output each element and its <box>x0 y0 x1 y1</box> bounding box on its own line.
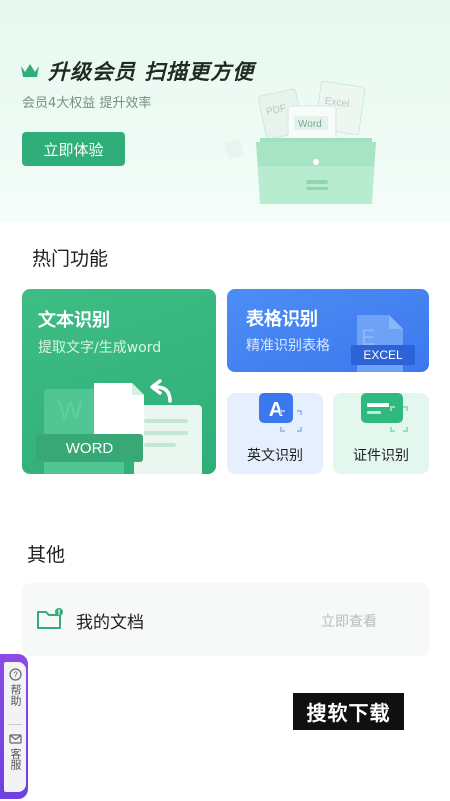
crown-icon <box>21 64 39 77</box>
svg-text:?: ? <box>13 671 18 680</box>
english-recognition-label: 英文识别 <box>247 448 303 464</box>
english-recognition-card[interactable]: A 英文识别 <box>227 393 323 474</box>
help-icon: ? <box>8 668 22 681</box>
help-service-panel: ? 帮助 客服 <box>4 662 26 792</box>
word-tag: WORD <box>36 434 143 462</box>
mail-icon <box>8 734 22 744</box>
excel-document-illustration: E EXCEL <box>351 315 415 372</box>
others-title: 其他 <box>27 544 66 566</box>
word-label: Word <box>298 119 322 130</box>
my-documents-row[interactable]: 我的文档 立即查看 <box>22 583 429 656</box>
watermark-label: 搜软下载 <box>293 693 404 730</box>
undo-arrow-icon <box>150 379 172 403</box>
help-label: 帮助 <box>9 684 22 706</box>
word-bg-letter: W <box>58 395 83 425</box>
hot-features-title: 热门功能 <box>32 248 109 270</box>
vip-banner[interactable]: 升级会员 扫描更方便 会员4大权益 提升效率 立即体验 PDF Excel Wo… <box>0 0 450 222</box>
text-recognition-subtitle: 提取文字/生成word <box>38 340 162 356</box>
view-now-link[interactable]: 立即查看 <box>321 611 377 631</box>
help-divider <box>8 724 22 725</box>
help-service-widget: ? 帮助 客服 <box>0 654 28 799</box>
try-now-button[interactable]: 立即体验 <box>22 132 125 166</box>
help-button[interactable]: ? 帮助 <box>4 668 26 706</box>
excel-tag: EXCEL <box>363 348 403 362</box>
id-card-icon <box>361 393 408 432</box>
table-recognition-title: 表格识别 <box>246 309 318 330</box>
table-recognition-card[interactable]: 表格识别 精准识别表格 E EXCEL <box>227 289 429 372</box>
my-documents-label: 我的文档 <box>76 613 144 633</box>
table-recognition-subtitle: 精准识别表格 <box>246 338 330 354</box>
id-recognition-card[interactable]: 证件识别 <box>333 393 429 474</box>
service-label: 客服 <box>9 748 22 770</box>
customer-service-button[interactable]: 客服 <box>4 732 26 770</box>
banner-subtitle: 会员4大权益 提升效率 <box>22 96 152 111</box>
english-scan-icon: A <box>259 393 302 432</box>
id-recognition-label: 证件识别 <box>353 448 409 464</box>
text-recognition-title: 文本识别 <box>38 310 110 331</box>
documents-folder-illustration: PDF Excel Word <box>224 81 376 204</box>
text-recognition-card[interactable]: 文本识别 提取文字/生成word W WORD <box>22 289 216 474</box>
folder-icon <box>37 608 63 629</box>
